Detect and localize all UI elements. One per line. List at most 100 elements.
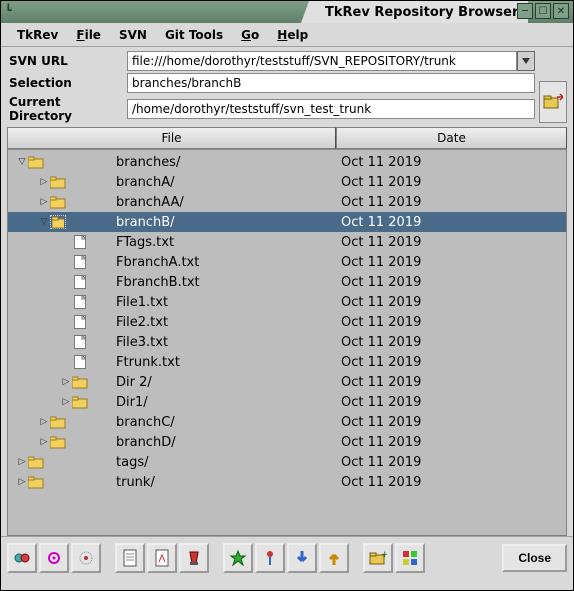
- tree-row[interactable]: ▷ trunk/Oct 11 2019: [8, 472, 566, 492]
- twisty-open-icon[interactable]: ▽: [16, 157, 28, 167]
- menu-go[interactable]: Go: [233, 25, 267, 45]
- tree-item-name: Dir1/: [108, 395, 148, 410]
- column-date[interactable]: Date: [336, 127, 567, 149]
- tree-row[interactable]: ▷tags/Oct 11 2019: [8, 452, 566, 472]
- file-icon: [72, 275, 88, 289]
- folder-icon: [28, 455, 44, 469]
- tool-button-12[interactable]: [395, 543, 425, 573]
- cwd-label: Current Directory: [7, 95, 127, 123]
- tree-row[interactable]: ▷ branchC/Oct 11 2019: [8, 412, 566, 432]
- tool-button-2[interactable]: [39, 543, 69, 573]
- menu-tkrev[interactable]: TkRev: [9, 25, 66, 45]
- window-manager-icon: ┗: [5, 4, 21, 20]
- tool-button-9[interactable]: [287, 543, 317, 573]
- tree-view[interactable]: ▽ branches/Oct 11 2019 ▷ branchA/Oct 11 201…: [7, 150, 567, 536]
- tree-item-name: Ftrunk.txt: [108, 355, 180, 370]
- folder-icon: [72, 375, 88, 389]
- tree-item-name: branchD/: [108, 435, 176, 450]
- maximize-button[interactable]: ☐: [535, 3, 551, 19]
- tree-item-date: Oct 11 2019: [337, 475, 421, 490]
- titlebar[interactable]: ┗ TkRev Repository Browser ─ ☐ ✕: [1, 1, 573, 23]
- tool-button-5[interactable]: [147, 543, 177, 573]
- close-window-button[interactable]: ✕: [553, 3, 569, 19]
- selection-input[interactable]: [127, 73, 535, 93]
- field-area: SVN URL Selection Current Directory: [1, 47, 573, 127]
- tree-item-date: Oct 11 2019: [337, 255, 421, 270]
- tool-button-4[interactable]: [115, 543, 145, 573]
- tree-row[interactable]: FTags.txt Oct 11 2019: [8, 232, 566, 252]
- tree-row[interactable]: File1.txt Oct 11 2019: [8, 292, 566, 312]
- twisty-closed-icon[interactable]: ▷: [38, 197, 50, 207]
- tree-item-name: File1.txt: [108, 295, 168, 310]
- tool-button-11[interactable]: +: [363, 543, 393, 573]
- tree-item-name: FbranchA.txt: [108, 255, 199, 270]
- folder-icon: [50, 415, 66, 429]
- tree-item-name: branchA/: [108, 175, 174, 190]
- folder-icon: [28, 475, 44, 489]
- menu-file[interactable]: File: [68, 25, 109, 45]
- menu-git-tools[interactable]: Git Tools: [157, 25, 231, 45]
- tree-item-name: branchAA/: [108, 195, 184, 210]
- tree-item-name: branchC/: [108, 415, 175, 430]
- tool-button-8[interactable]: [255, 543, 285, 573]
- svn-url-dropdown[interactable]: [517, 51, 535, 71]
- titlebar-tab: TkRev Repository Browser: [301, 1, 528, 23]
- minimize-button[interactable]: ─: [517, 3, 533, 19]
- tree-row[interactable]: FbranchB.txtOct 11 2019: [8, 272, 566, 292]
- tree-item-date: Oct 11 2019: [337, 415, 421, 430]
- tree-item-date: Oct 11 2019: [337, 435, 421, 450]
- tree-item-name: branches/: [108, 155, 180, 170]
- menu-svn[interactable]: SVN: [111, 25, 155, 45]
- menubar: TkRev File SVN Git Tools Go Help: [1, 23, 573, 47]
- tree-row[interactable]: ▷ branchD/Oct 11 2019: [8, 432, 566, 452]
- tree-row[interactable]: File2.txtOct 11 2019: [8, 312, 566, 332]
- file-icon: [72, 355, 88, 369]
- tree-row[interactable]: Ftrunk.txtOct 11 2019: [8, 352, 566, 372]
- tree-row[interactable]: ▷Dir 2/Oct 11 2019: [8, 372, 566, 392]
- twisty-closed-icon[interactable]: ▷: [38, 177, 50, 187]
- tree-row[interactable]: ▷ branchAA/Oct 11 2019: [8, 192, 566, 212]
- tool-button-1[interactable]: [7, 543, 37, 573]
- tree-item-name: File3.txt: [108, 335, 168, 350]
- tool-button-10[interactable]: [319, 543, 349, 573]
- twisty-closed-icon[interactable]: ▷: [60, 377, 72, 387]
- tree-item-name: FTags.txt: [108, 235, 174, 250]
- file-icon: [72, 295, 88, 309]
- twisty-closed-icon[interactable]: ▷: [60, 397, 72, 407]
- tree-item-name: trunk/: [108, 475, 155, 490]
- tree-item-date: Oct 11 2019: [337, 175, 421, 190]
- tree-row[interactable]: ▷ branchA/Oct 11 2019: [8, 172, 566, 192]
- folder-icon: [50, 195, 66, 209]
- tree-row[interactable]: ▷Dir1/Oct 11 2019: [8, 392, 566, 412]
- toolbar: + Close: [1, 536, 573, 578]
- tree-item-date: Oct 11 2019: [337, 375, 421, 390]
- window-root: ┗ TkRev Repository Browser ─ ☐ ✕ TkRev F…: [0, 0, 574, 591]
- cwd-input[interactable]: [127, 99, 535, 119]
- tool-button-6[interactable]: [179, 543, 209, 573]
- tree-item-date: Oct 11 2019: [337, 315, 421, 330]
- tree-row[interactable]: FbranchA.txt Oct 11 2019: [8, 252, 566, 272]
- menu-help[interactable]: Help: [269, 25, 316, 45]
- twisty-closed-icon[interactable]: ▷: [38, 417, 50, 427]
- folder-icon: [50, 175, 66, 189]
- svn-url-input[interactable]: [127, 51, 517, 71]
- twisty-closed-icon[interactable]: ▷: [16, 477, 28, 487]
- tree-row[interactable]: ▽branchB/Oct 11 2019: [8, 212, 566, 232]
- tool-button-7[interactable]: [223, 543, 253, 573]
- twisty-closed-icon[interactable]: ▷: [38, 437, 50, 447]
- tree-item-date: Oct 11 2019: [337, 295, 421, 310]
- tree-item-date: Oct 11 2019: [337, 195, 421, 210]
- twisty-closed-icon[interactable]: ▷: [16, 457, 28, 467]
- file-icon: [72, 315, 88, 329]
- close-button[interactable]: Close: [502, 544, 567, 572]
- folder-icon: [72, 395, 88, 409]
- twisty-open-icon[interactable]: ▽: [38, 217, 50, 227]
- tree-item-name: branchB/: [108, 215, 175, 230]
- open-folder-button[interactable]: [539, 81, 567, 123]
- tree-row[interactable]: ▽ branches/Oct 11 2019: [8, 152, 566, 172]
- tree-item-date: Oct 11 2019: [337, 155, 421, 170]
- column-file[interactable]: File: [7, 127, 336, 149]
- tool-button-3[interactable]: [71, 543, 101, 573]
- tree-row[interactable]: File3.txtOct 11 2019: [8, 332, 566, 352]
- tree-item-date: Oct 11 2019: [337, 235, 421, 250]
